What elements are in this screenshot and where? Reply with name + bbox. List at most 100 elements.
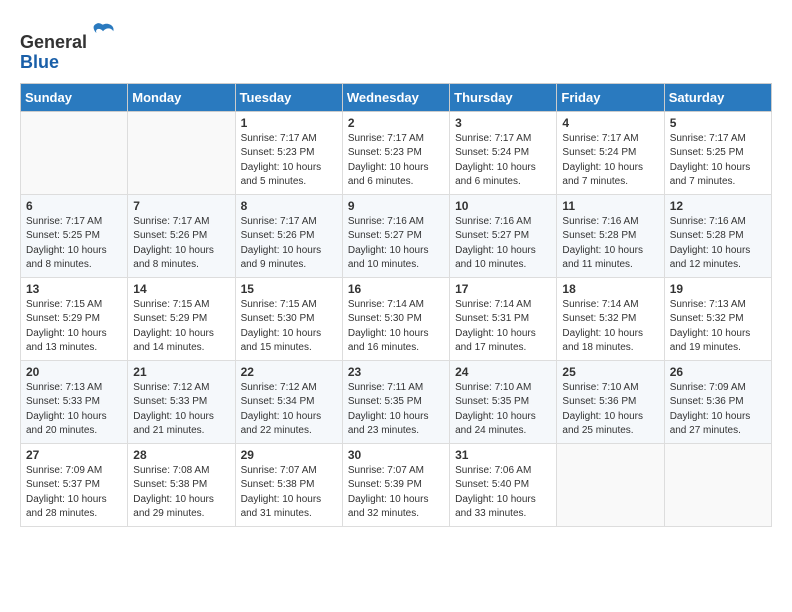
- day-info: Sunrise: 7:16 AM Sunset: 5:28 PM Dayligh…: [562, 215, 658, 273]
- calendar-cell: 14 Sunrise: 7:15 AM Sunset: 5:29 PM Dayli…: [128, 277, 235, 360]
- day-info: Sunrise: 7:16 AM Sunset: 5:27 PM Dayligh…: [455, 215, 551, 273]
- day-number: 5: [670, 116, 766, 130]
- day-info: Sunrise: 7:13 AM Sunset: 5:32 PM Dayligh…: [670, 298, 766, 356]
- weekday-header-sunday: Sunday: [21, 83, 128, 111]
- day-number: 13: [26, 282, 122, 296]
- day-number: 30: [348, 448, 444, 462]
- calendar-cell: 18 Sunrise: 7:14 AM Sunset: 5:32 PM Dayli…: [557, 277, 664, 360]
- day-number: 6: [26, 199, 122, 213]
- weekday-header-row: SundayMondayTuesdayWednesdayThursdayFrid…: [21, 83, 772, 111]
- calendar-cell: 1 Sunrise: 7:17 AM Sunset: 5:23 PM Daylig…: [235, 111, 342, 194]
- calendar-cell: [557, 443, 664, 526]
- calendar-cell: 4 Sunrise: 7:17 AM Sunset: 5:24 PM Daylig…: [557, 111, 664, 194]
- calendar-cell: 19 Sunrise: 7:13 AM Sunset: 5:32 PM Dayli…: [664, 277, 771, 360]
- day-info: Sunrise: 7:15 AM Sunset: 5:30 PM Dayligh…: [241, 298, 337, 356]
- calendar-cell: 27 Sunrise: 7:09 AM Sunset: 5:37 PM Dayli…: [21, 443, 128, 526]
- day-info: Sunrise: 7:09 AM Sunset: 5:36 PM Dayligh…: [670, 381, 766, 439]
- calendar-cell: 16Sunrise: 7:14 AM Sunset: 5:30 PM Dayli…: [342, 277, 449, 360]
- calendar-cell: 15 Sunrise: 7:15 AM Sunset: 5:30 PM Dayli…: [235, 277, 342, 360]
- calendar-cell: 24Sunrise: 7:10 AM Sunset: 5:35 PM Dayli…: [450, 360, 557, 443]
- calendar-cell: 5 Sunrise: 7:17 AM Sunset: 5:25 PM Daylig…: [664, 111, 771, 194]
- calendar-cell: 6 Sunrise: 7:17 AM Sunset: 5:25 PM Daylig…: [21, 194, 128, 277]
- weekday-header-wednesday: Wednesday: [342, 83, 449, 111]
- day-number: 29: [241, 448, 337, 462]
- calendar-cell: 10 Sunrise: 7:16 AM Sunset: 5:27 PM Dayli…: [450, 194, 557, 277]
- day-info: Sunrise: 7:11 AM Sunset: 5:35 PM Dayligh…: [348, 381, 444, 439]
- day-info: Sunrise: 7:12 AM Sunset: 5:34 PM Dayligh…: [241, 381, 337, 439]
- day-number: 23: [348, 365, 444, 379]
- day-info: Sunrise: 7:06 AM Sunset: 5:40 PM Dayligh…: [455, 464, 551, 522]
- day-info: Sunrise: 7:17 AM Sunset: 5:26 PM Dayligh…: [133, 215, 229, 273]
- day-info: Sunrise: 7:16 AM Sunset: 5:27 PM Dayligh…: [348, 215, 444, 273]
- day-number: 16: [348, 282, 444, 296]
- calendar-cell: 8 Sunrise: 7:17 AM Sunset: 5:26 PM Daylig…: [235, 194, 342, 277]
- calendar-cell: 20 Sunrise: 7:13 AM Sunset: 5:33 PM Dayli…: [21, 360, 128, 443]
- day-number: 2: [348, 116, 444, 130]
- calendar-cell: 2 Sunrise: 7:17 AM Sunset: 5:23 PM Daylig…: [342, 111, 449, 194]
- day-info: Sunrise: 7:13 AM Sunset: 5:33 PM Dayligh…: [26, 381, 122, 439]
- calendar-cell: 23 Sunrise: 7:11 AM Sunset: 5:35 PM Dayli…: [342, 360, 449, 443]
- day-info: Sunrise: 7:07 AM Sunset: 5:39 PM Dayligh…: [348, 464, 444, 522]
- day-info: Sunrise: 7:17 AM Sunset: 5:26 PM Dayligh…: [241, 215, 337, 273]
- week-row-4: 20 Sunrise: 7:13 AM Sunset: 5:33 PM Dayli…: [21, 360, 772, 443]
- day-number: 14: [133, 282, 229, 296]
- logo-blue: Blue: [20, 52, 59, 72]
- day-number: 28: [133, 448, 229, 462]
- day-number: 15: [241, 282, 337, 296]
- logo-bird-icon: [89, 20, 117, 48]
- weekday-header-tuesday: Tuesday: [235, 83, 342, 111]
- day-info: Sunrise: 7:08 AM Sunset: 5:38 PM Dayligh…: [133, 464, 229, 522]
- day-info: Sunrise: 7:14 AM Sunset: 5:32 PM Dayligh…: [562, 298, 658, 356]
- day-number: 22: [241, 365, 337, 379]
- day-info: Sunrise: 7:16 AM Sunset: 5:28 PM Dayligh…: [670, 215, 766, 273]
- calendar-cell: 3 Sunrise: 7:17 AM Sunset: 5:24 PM Daylig…: [450, 111, 557, 194]
- week-row-2: 6 Sunrise: 7:17 AM Sunset: 5:25 PM Daylig…: [21, 194, 772, 277]
- day-number: 9: [348, 199, 444, 213]
- day-info: Sunrise: 7:17 AM Sunset: 5:25 PM Dayligh…: [26, 215, 122, 273]
- day-info: Sunrise: 7:17 AM Sunset: 5:23 PM Dayligh…: [241, 132, 337, 190]
- calendar-cell: 22 Sunrise: 7:12 AM Sunset: 5:34 PM Dayli…: [235, 360, 342, 443]
- calendar-cell: 25Sunrise: 7:10 AM Sunset: 5:36 PM Dayli…: [557, 360, 664, 443]
- weekday-header-monday: Monday: [128, 83, 235, 111]
- day-info: Sunrise: 7:07 AM Sunset: 5:38 PM Dayligh…: [241, 464, 337, 522]
- day-number: 4: [562, 116, 658, 130]
- day-number: 1: [241, 116, 337, 130]
- calendar-cell: [128, 111, 235, 194]
- day-number: 17: [455, 282, 551, 296]
- day-info: Sunrise: 7:15 AM Sunset: 5:29 PM Dayligh…: [133, 298, 229, 356]
- logo-general: General: [20, 32, 87, 52]
- day-info: Sunrise: 7:14 AM Sunset: 5:31 PM Dayligh…: [455, 298, 551, 356]
- calendar-cell: 29 Sunrise: 7:07 AM Sunset: 5:38 PM Dayli…: [235, 443, 342, 526]
- day-info: Sunrise: 7:17 AM Sunset: 5:23 PM Dayligh…: [348, 132, 444, 190]
- page-header: General Blue: [20, 20, 772, 73]
- day-number: 10: [455, 199, 551, 213]
- logo: General Blue: [20, 20, 117, 73]
- day-info: Sunrise: 7:17 AM Sunset: 5:25 PM Dayligh…: [670, 132, 766, 190]
- day-info: Sunrise: 7:09 AM Sunset: 5:37 PM Dayligh…: [26, 464, 122, 522]
- calendar-cell: [664, 443, 771, 526]
- calendar-cell: 26 Sunrise: 7:09 AM Sunset: 5:36 PM Dayli…: [664, 360, 771, 443]
- calendar-cell: 21Sunrise: 7:12 AM Sunset: 5:33 PM Dayli…: [128, 360, 235, 443]
- day-number: 25: [562, 365, 658, 379]
- calendar-cell: 9 Sunrise: 7:16 AM Sunset: 5:27 PM Daylig…: [342, 194, 449, 277]
- weekday-header-thursday: Thursday: [450, 83, 557, 111]
- day-number: 27: [26, 448, 122, 462]
- day-number: 19: [670, 282, 766, 296]
- day-number: 18: [562, 282, 658, 296]
- day-info: Sunrise: 7:12 AM Sunset: 5:33 PM Dayligh…: [133, 381, 229, 439]
- week-row-5: 27 Sunrise: 7:09 AM Sunset: 5:37 PM Dayli…: [21, 443, 772, 526]
- day-number: 8: [241, 199, 337, 213]
- day-number: 7: [133, 199, 229, 213]
- day-number: 20: [26, 365, 122, 379]
- day-number: 3: [455, 116, 551, 130]
- day-number: 31: [455, 448, 551, 462]
- week-row-3: 13 Sunrise: 7:15 AM Sunset: 5:29 PM Dayli…: [21, 277, 772, 360]
- calendar-table: SundayMondayTuesdayWednesdayThursdayFrid…: [20, 83, 772, 527]
- week-row-1: 1 Sunrise: 7:17 AM Sunset: 5:23 PM Daylig…: [21, 111, 772, 194]
- day-info: Sunrise: 7:10 AM Sunset: 5:35 PM Dayligh…: [455, 381, 551, 439]
- day-info: Sunrise: 7:17 AM Sunset: 5:24 PM Dayligh…: [562, 132, 658, 190]
- calendar-cell: 30 Sunrise: 7:07 AM Sunset: 5:39 PM Dayli…: [342, 443, 449, 526]
- weekday-header-saturday: Saturday: [664, 83, 771, 111]
- day-number: 26: [670, 365, 766, 379]
- day-info: Sunrise: 7:17 AM Sunset: 5:24 PM Dayligh…: [455, 132, 551, 190]
